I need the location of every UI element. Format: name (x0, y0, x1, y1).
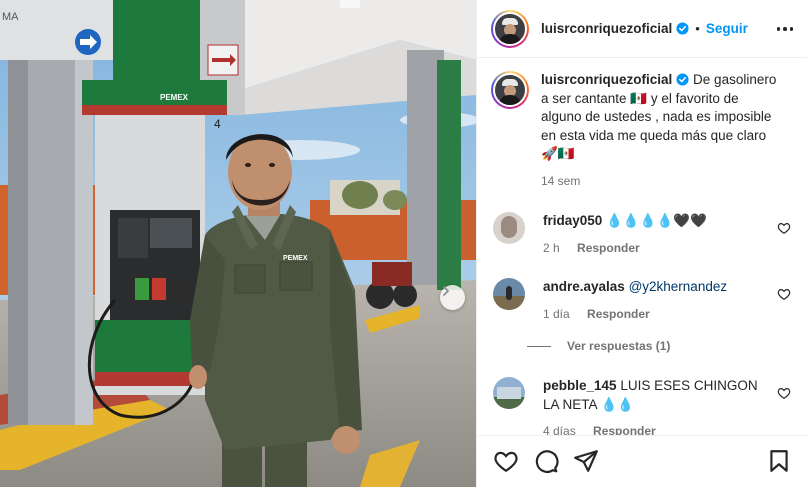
comment-avatar[interactable] (493, 212, 525, 244)
like-heart-icon[interactable] (493, 448, 519, 474)
shirt-logo-text: PEMEX (283, 255, 308, 262)
pump-number: 4 (214, 117, 221, 131)
comment-time[interactable]: 4 días (543, 424, 576, 435)
view-replies-label: Ver respuestas (1) (567, 339, 671, 353)
pemex-sign-text: PEMEX (160, 93, 189, 102)
header-separator: • (695, 21, 700, 36)
bookmark-icon[interactable] (766, 448, 792, 474)
comment-item: andre.ayalas @y2khernandez 1 día Respond… (493, 278, 793, 323)
post-photo[interactable]: MA PEMEX 4 PEMEX (0, 0, 476, 487)
next-photo-button[interactable] (440, 285, 465, 310)
follow-button[interactable]: Seguir (706, 21, 748, 36)
reply-button[interactable]: Responder (587, 307, 650, 321)
caption-time[interactable]: 14 sem (541, 174, 580, 188)
verified-badge-icon (676, 73, 689, 86)
heart-icon[interactable] (777, 386, 791, 400)
comment-mention[interactable]: @y2khernandez (629, 279, 728, 294)
comment-time[interactable]: 2 h (543, 241, 560, 255)
heart-icon[interactable] (777, 221, 791, 235)
caption-avatar[interactable] (491, 71, 529, 109)
comment-avatar[interactable] (493, 377, 525, 409)
view-replies-button[interactable]: Ver respuestas (1) (527, 339, 670, 353)
comment-item: friday050 💧💧💧💧🖤🖤 2 h Responder (493, 212, 793, 257)
share-icon[interactable] (573, 448, 599, 474)
comment-time[interactable]: 1 día (543, 307, 570, 321)
comment-username[interactable]: andre.ayalas (543, 279, 625, 294)
author-username[interactable]: luisrconriquezoficial (541, 21, 672, 36)
author-avatar[interactable] (491, 9, 529, 48)
comments-list[interactable]: luisrconriquezoficial De gasolinero a se… (477, 59, 807, 435)
caption: luisrconriquezoficial De gasolinero a se… (491, 71, 791, 190)
reply-button[interactable]: Responder (593, 424, 656, 435)
comment-text: 💧💧💧💧🖤🖤 (606, 213, 707, 228)
gas-station-scene: MA PEMEX 4 PEMEX (0, 0, 476, 487)
more-options-icon[interactable] (776, 22, 794, 36)
comment-icon[interactable] (533, 448, 559, 474)
svg-text:MA: MA (2, 11, 19, 23)
comment-username[interactable]: pebble_145 (543, 378, 617, 393)
chevron-right-icon (443, 286, 449, 296)
comment-item: pebble_145 LUIS ESES CHINGON LA NETA 💧💧 … (493, 377, 793, 435)
verified-badge-icon (676, 22, 689, 35)
reply-button[interactable]: Responder (577, 241, 640, 255)
comment-avatar[interactable] (493, 278, 525, 310)
post-header: luisrconriquezoficial • Seguir (477, 0, 807, 58)
heart-icon[interactable] (777, 287, 791, 301)
caption-username[interactable]: luisrconriquezoficial (541, 72, 672, 87)
action-bar (477, 435, 807, 487)
post-sidebar: luisrconriquezoficial • Seguir luisrconr… (476, 0, 807, 487)
comment-username[interactable]: friday050 (543, 213, 602, 228)
